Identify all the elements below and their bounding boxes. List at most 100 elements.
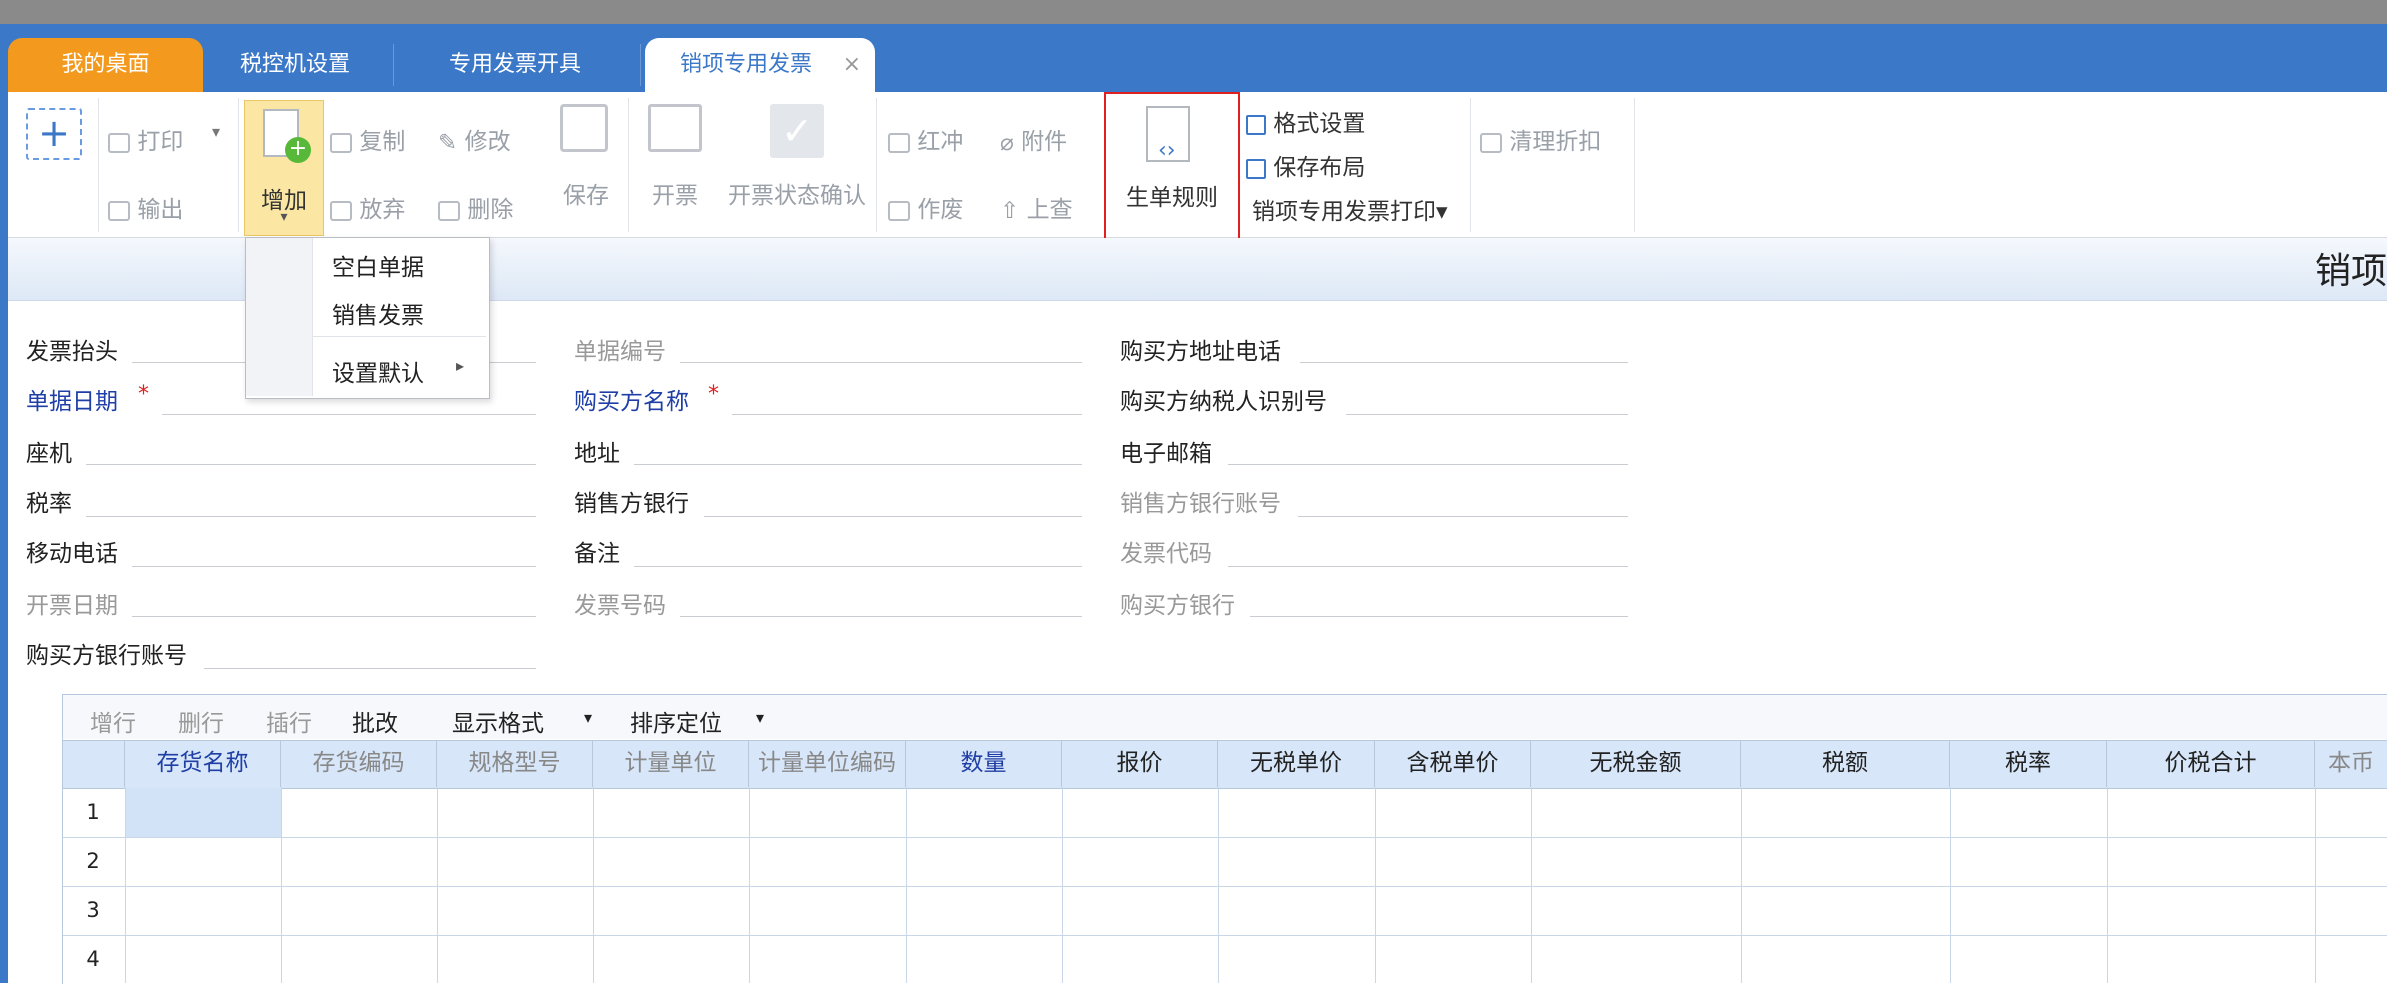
doc-no-field[interactable]	[680, 362, 1082, 363]
col-header-tax-amount[interactable]: 税额	[1741, 740, 1950, 787]
menu-item-blank-document[interactable]: 空白单据	[332, 248, 424, 282]
red-offset-button[interactable]: 红冲	[888, 122, 963, 156]
delete-row-button[interactable]: 删行	[178, 704, 224, 738]
col-header-quantity[interactable]: 数量	[906, 740, 1062, 787]
grid-col-divider	[1375, 787, 1376, 983]
new-button[interactable]: +	[26, 108, 82, 160]
close-tab-icon[interactable]: ×	[843, 38, 861, 92]
col-header-total-incl-tax[interactable]: 价税合计	[2107, 740, 2315, 787]
landline-field[interactable]	[86, 464, 536, 465]
clear-discount-label: 清理折扣	[1509, 129, 1602, 155]
discard-button[interactable]: 放弃	[330, 190, 405, 224]
row-number: 3	[86, 898, 100, 922]
delete-icon	[438, 200, 460, 221]
col-header-price-incl-tax[interactable]: 含税单价	[1375, 740, 1531, 787]
tax-rate-field[interactable]	[86, 516, 536, 517]
email-label: 电子邮箱	[1120, 441, 1212, 467]
col-header-quote[interactable]: 报价	[1062, 740, 1218, 787]
buyer-tax-id-field[interactable]	[1346, 414, 1628, 415]
buyer-bank-account-label: 购买方银行账号	[26, 643, 187, 669]
tab-sales-special-invoice[interactable]: 销项专用发票 ×	[645, 38, 875, 92]
void-button[interactable]: 作废	[888, 190, 963, 224]
sort-locate-caret[interactable]: ▾	[756, 708, 764, 727]
issue-date-field[interactable]	[132, 616, 536, 617]
issue-invoice-button[interactable]: 开票	[640, 104, 710, 224]
col-header-amount-excl-tax[interactable]: 无税金额	[1531, 740, 1741, 787]
query-up-button[interactable]: ⇧ 上查	[1000, 190, 1073, 224]
sort-locate-button[interactable]: 排序定位	[630, 704, 722, 738]
required-mark: *	[708, 382, 719, 407]
buyer-bank-field[interactable]	[1250, 616, 1628, 617]
tab-my-desktop[interactable]: 我的桌面	[8, 38, 203, 92]
col-header-tax-rate[interactable]: 税率	[1950, 740, 2107, 787]
menu-item-set-default[interactable]: 设置默认	[332, 354, 424, 388]
form-title: 销项	[2314, 251, 2387, 292]
print-button[interactable]: 打印	[108, 122, 183, 156]
col-header-unit[interactable]: 计量单位	[593, 740, 749, 787]
seller-bank-account-field[interactable]	[1298, 516, 1628, 517]
display-format-button[interactable]: 显示格式	[452, 704, 544, 738]
col-header-price-excl-tax[interactable]: 无税单价	[1218, 740, 1375, 787]
tab-label: 税控机设置	[239, 52, 350, 77]
up-arrow-icon: ⇧	[1000, 197, 1020, 224]
print-dropdown-caret[interactable]: ▾	[212, 122, 220, 141]
buyer-address-phone-field[interactable]	[1300, 362, 1628, 363]
export-label: 输出	[137, 197, 184, 223]
grid-toolbar	[63, 695, 2387, 739]
col-header-spec[interactable]: 规格型号	[437, 740, 593, 787]
mobile-field[interactable]	[132, 566, 536, 567]
generate-rule-button[interactable]: ‹› 生单规则	[1104, 92, 1240, 240]
buyer-bank-account-field[interactable]	[204, 668, 536, 669]
tab-tax-machine-settings[interactable]: 税控机设置	[205, 38, 385, 92]
invoice-code-field[interactable]	[1228, 566, 1628, 567]
pencil-icon: ✎	[438, 129, 458, 156]
col-header-local-currency[interactable]: 本币	[2315, 740, 2387, 787]
print-template-dropdown[interactable]: 销项专用发票打印▾	[1252, 192, 1448, 226]
edit-label: 修改	[464, 129, 511, 155]
tax-rate-label: 税率	[26, 491, 72, 517]
save-layout-label: 保存布局	[1273, 155, 1366, 181]
menu-item-sales-invoice[interactable]: 销售发票	[332, 296, 424, 330]
landline-label: 座机	[26, 441, 72, 467]
generate-rule-label: 生单规则	[1126, 185, 1218, 211]
invoice-no-field[interactable]	[680, 616, 1082, 617]
left-edge	[0, 92, 8, 983]
seller-bank-field[interactable]	[704, 516, 1082, 517]
batch-edit-button[interactable]: 批改	[352, 704, 398, 738]
buyer-name-field[interactable]	[732, 414, 1082, 415]
discard-icon	[330, 200, 352, 221]
tab-label: 我的桌面	[61, 52, 150, 77]
grid-col-divider	[1218, 787, 1219, 983]
col-header-item-name[interactable]: 存货名称	[125, 740, 281, 787]
edit-button[interactable]: ✎ 修改	[438, 122, 511, 156]
format-setting-button[interactable]: 格式设置	[1246, 104, 1365, 138]
row-number: 4	[86, 947, 100, 971]
add-button[interactable]: + 增加 ▾	[244, 100, 324, 236]
col-header-item-code[interactable]: 存货编码	[281, 740, 437, 787]
save-layout-button[interactable]: 保存布局	[1246, 148, 1365, 182]
copy-icon	[330, 132, 352, 153]
clear-discount-button[interactable]: 清理折扣	[1480, 122, 1601, 156]
remark-field[interactable]	[634, 566, 1082, 567]
tab-special-invoice-issue[interactable]: 专用发票开具	[395, 38, 635, 92]
email-field[interactable]	[1228, 464, 1628, 465]
issue-status-confirm-button[interactable]: ✓ 开票状态确认	[722, 104, 872, 224]
selected-grid-cell[interactable]	[126, 788, 281, 837]
code-arrows-icon: ‹›	[1158, 138, 1176, 163]
grid-col-divider	[1741, 787, 1742, 983]
attachment-button[interactable]: ⌀ 附件	[1000, 122, 1067, 156]
display-format-caret[interactable]: ▾	[584, 708, 592, 727]
add-row-button[interactable]: 增行	[90, 704, 136, 738]
copy-button[interactable]: 复制	[330, 122, 405, 156]
issue-date-label: 开票日期	[26, 593, 118, 619]
grid-col-divider	[2315, 787, 2316, 983]
doc-date-field[interactable]	[162, 414, 536, 415]
address-field[interactable]	[634, 464, 1082, 465]
export-button[interactable]: 输出	[108, 190, 183, 224]
delete-button[interactable]: 删除	[438, 190, 513, 224]
insert-row-button[interactable]: 插行	[266, 704, 312, 738]
discard-label: 放弃	[359, 197, 406, 223]
save-button[interactable]: 保存	[556, 104, 616, 224]
col-header-unit-code[interactable]: 计量单位编码	[749, 740, 906, 787]
red-offset-icon	[888, 132, 910, 153]
